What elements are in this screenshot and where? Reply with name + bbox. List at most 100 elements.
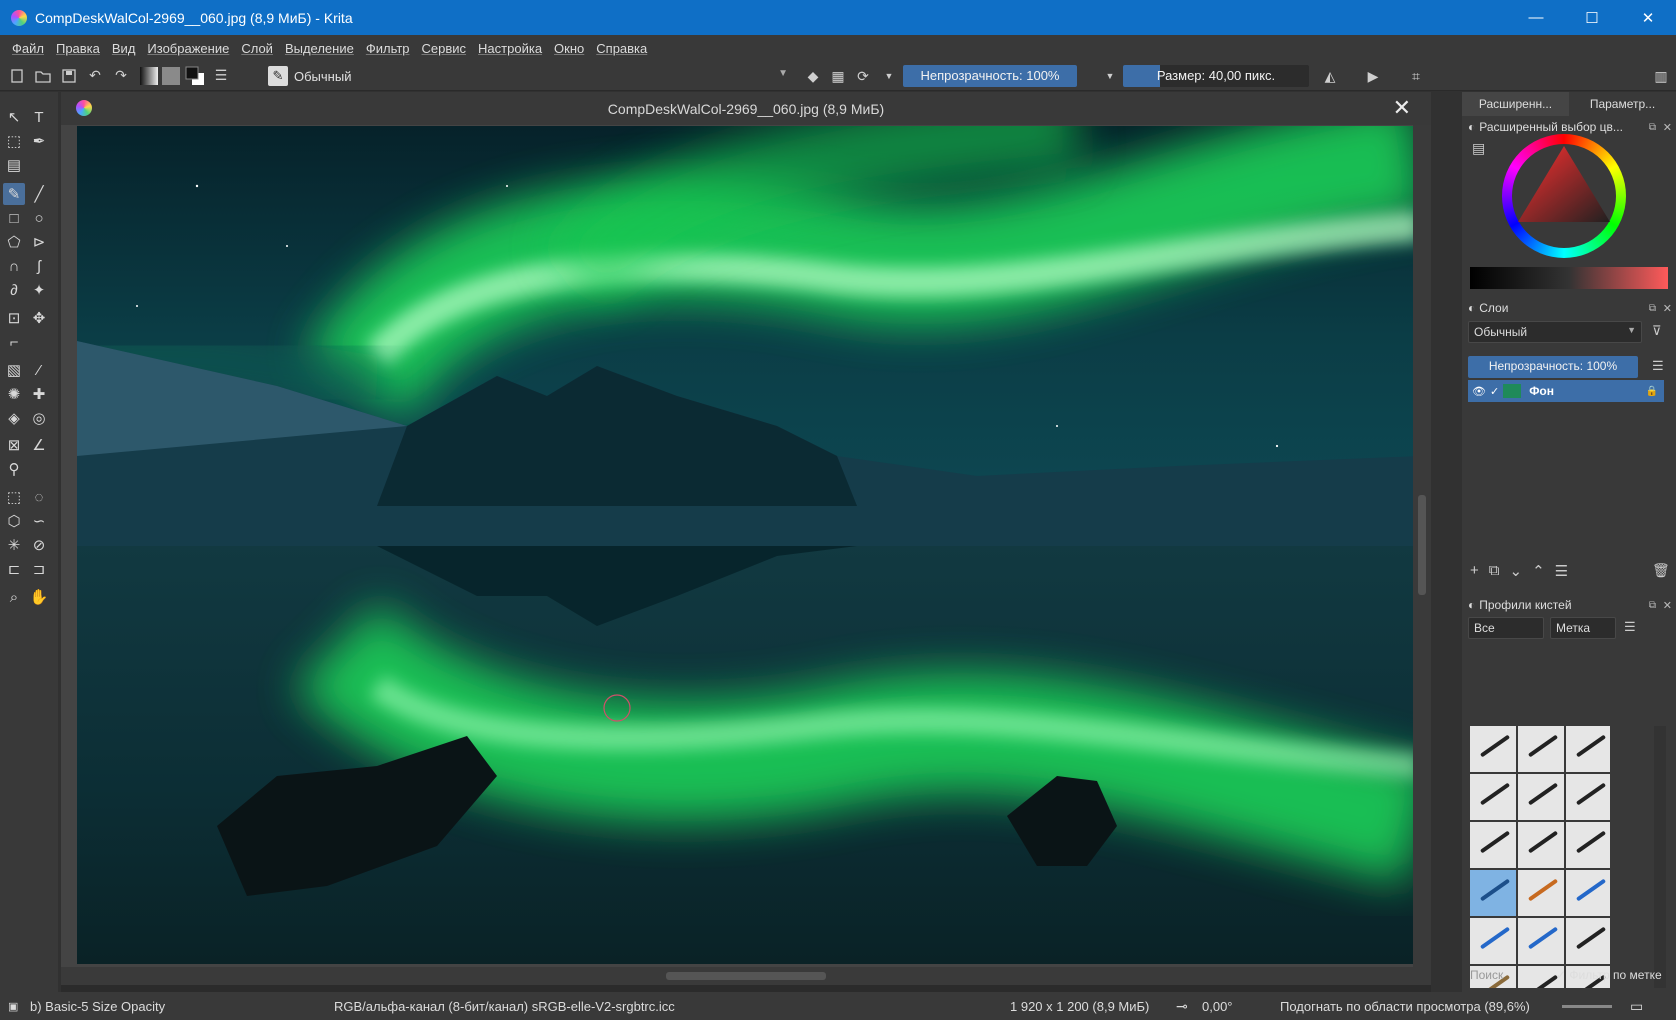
- vertical-scroll-thumb[interactable]: [1418, 495, 1426, 595]
- assistant-tool-icon[interactable]: ⊠: [3, 434, 25, 456]
- canvas-area[interactable]: [61, 125, 1431, 967]
- brush-preset[interactable]: [1518, 774, 1564, 820]
- brush-preset[interactable]: [1566, 774, 1610, 820]
- close-icon[interactable]: ✕: [1663, 302, 1672, 315]
- brush-preset[interactable]: [1470, 918, 1516, 964]
- brush-preset[interactable]: [1518, 918, 1564, 964]
- smart-patch-icon[interactable]: ✚: [28, 383, 50, 405]
- brush-preset[interactable]: [1566, 870, 1610, 916]
- enclose-fill-icon[interactable]: ◎: [28, 407, 50, 429]
- view-mode-icon[interactable]: ☰: [1624, 619, 1636, 635]
- tab-advanced-color[interactable]: Расширенн...: [1462, 92, 1569, 116]
- layer-properties-icon[interactable]: ☰: [1555, 562, 1568, 580]
- assistant-icon[interactable]: ▤: [3, 154, 25, 176]
- menu-settings[interactable]: Настройка: [478, 41, 542, 56]
- chevron-down-icon[interactable]: ▼: [878, 65, 900, 87]
- brush-preset[interactable]: [1470, 726, 1516, 772]
- brush-preset-selected[interactable]: [1470, 870, 1516, 916]
- close-icon[interactable]: ✕: [1663, 599, 1672, 612]
- canvas-image[interactable]: [77, 126, 1420, 964]
- bezier-tool-icon[interactable]: ∩: [3, 255, 25, 277]
- tab-tool-options[interactable]: Параметр...: [1569, 92, 1676, 116]
- menu-view[interactable]: Вид: [112, 41, 136, 56]
- brush-preset[interactable]: [1518, 870, 1564, 916]
- contiguous-select-icon[interactable]: ✳: [3, 534, 25, 556]
- add-layer-icon[interactable]: +: [1470, 562, 1479, 580]
- crop-tool-icon[interactable]: ⌐: [3, 331, 25, 353]
- dynamic-brush-icon[interactable]: ∂: [3, 279, 25, 301]
- filter-icon[interactable]: ⊽: [1652, 323, 1662, 339]
- line-tool-icon[interactable]: ╱: [28, 183, 50, 205]
- float-icon[interactable]: ⧉: [1649, 303, 1656, 314]
- mirror-horizontal-icon[interactable]: ◭: [1319, 65, 1341, 87]
- colorize-mask-icon[interactable]: ✺: [3, 383, 25, 405]
- select-shape-icon[interactable]: ↖: [3, 106, 25, 128]
- layer-opacity-slider[interactable]: Непрозрачность: 100%: [1468, 356, 1638, 378]
- brush-preset[interactable]: [1566, 822, 1610, 868]
- maximize-button[interactable]: ☐: [1564, 0, 1620, 35]
- polygon-tool-icon[interactable]: ⬠: [3, 231, 25, 253]
- menu-help[interactable]: Справка: [596, 41, 647, 56]
- bezier-select-icon[interactable]: ⊏: [3, 558, 25, 580]
- close-document-icon[interactable]: ✕: [1393, 95, 1411, 121]
- wrap-around-icon[interactable]: ⌗: [1405, 65, 1427, 87]
- zoom-slider[interactable]: [1562, 1005, 1612, 1008]
- fullscreen-icon[interactable]: ▭: [1630, 998, 1643, 1015]
- duplicate-layer-icon[interactable]: ⧉: [1489, 562, 1500, 580]
- edit-shape-icon[interactable]: ⬚: [3, 130, 25, 152]
- close-window-button[interactable]: ✕: [1620, 0, 1676, 35]
- measure-tool-icon[interactable]: ∠: [28, 434, 50, 456]
- brush-preset[interactable]: [1470, 822, 1516, 868]
- brush-preset[interactable]: [1518, 822, 1564, 868]
- redo-icon[interactable]: ↷: [110, 65, 132, 87]
- settings-icon[interactable]: ▤: [1472, 140, 1485, 157]
- gradient-tool-icon[interactable]: ▧: [3, 359, 25, 381]
- brush-preset[interactable]: [1470, 774, 1516, 820]
- menu-file[interactable]: Файл: [12, 41, 44, 56]
- vertical-scrollbar[interactable]: [1413, 125, 1431, 967]
- horizontal-scrollbar[interactable]: [61, 967, 1431, 985]
- close-icon[interactable]: ✕: [1663, 121, 1672, 134]
- brush-preset-icon[interactable]: ✎: [268, 66, 288, 86]
- undo-icon[interactable]: ↶: [84, 65, 106, 87]
- status-zoom[interactable]: Подогнать по области просмотра (89,6%): [1280, 999, 1530, 1014]
- new-document-icon[interactable]: [6, 65, 28, 87]
- brush-scrollbar[interactable]: [1654, 726, 1666, 988]
- menu-window[interactable]: Окно: [554, 41, 584, 56]
- transform-tool-icon[interactable]: ⊡: [3, 307, 25, 329]
- brush-tag-select[interactable]: Метка: [1550, 617, 1616, 639]
- reload-preset-icon[interactable]: ⟳: [852, 65, 874, 87]
- layer-blend-select[interactable]: Обычный ▼: [1468, 321, 1642, 343]
- color-picker-icon[interactable]: ⁄: [28, 359, 50, 381]
- fg-bg-color-icon[interactable]: [184, 65, 206, 87]
- delete-layer-icon[interactable]: 🗑: [1652, 562, 1670, 579]
- brush-preset[interactable]: [1566, 726, 1610, 772]
- alpha-lock-icon[interactable]: ▦: [827, 65, 849, 87]
- calligraphy-icon[interactable]: ✒: [28, 130, 50, 152]
- fill-tool-icon[interactable]: ◈: [3, 407, 25, 429]
- polyline-tool-icon[interactable]: ⊳: [28, 231, 50, 253]
- document-tab[interactable]: CompDeskWalCol-2969__060.jpg (8,9 МиБ) ✕: [61, 92, 1431, 125]
- reference-tool-icon[interactable]: ⚲: [3, 458, 25, 480]
- visibility-eye-icon[interactable]: 👁: [1472, 385, 1486, 398]
- brush-filter-select[interactable]: Все: [1468, 617, 1544, 639]
- menu-layer[interactable]: Слой: [241, 41, 273, 56]
- rotation-icon[interactable]: ⊸: [1176, 998, 1188, 1015]
- multibrush-icon[interactable]: ✦: [28, 279, 50, 301]
- zoom-tool-icon[interactable]: ⌕: [3, 586, 25, 608]
- menu-filter[interactable]: Фильтр: [366, 41, 410, 56]
- move-layer-down-icon[interactable]: ⌄: [1509, 562, 1522, 580]
- brush-preset[interactable]: [1566, 918, 1610, 964]
- magnetic-select-icon[interactable]: ⊐: [28, 558, 50, 580]
- pattern-icon[interactable]: [162, 66, 180, 85]
- status-colorspace[interactable]: RGB/альфа-канал (8-бит/канал) sRGB-elle-…: [334, 999, 675, 1014]
- float-icon[interactable]: ⧉: [1649, 122, 1656, 133]
- brush-settings-icon[interactable]: ☰: [210, 65, 232, 87]
- layer-lock-icon[interactable]: 🔒: [1646, 386, 1658, 397]
- saturation-triangle[interactable]: [1502, 134, 1626, 258]
- ellipse-select-icon[interactable]: ◌: [28, 486, 50, 508]
- brush-preset[interactable]: [1518, 726, 1564, 772]
- menu-select[interactable]: Выделение: [285, 41, 354, 56]
- rectangle-tool-icon[interactable]: □: [3, 207, 25, 229]
- ellipse-tool-icon[interactable]: ○: [28, 207, 50, 229]
